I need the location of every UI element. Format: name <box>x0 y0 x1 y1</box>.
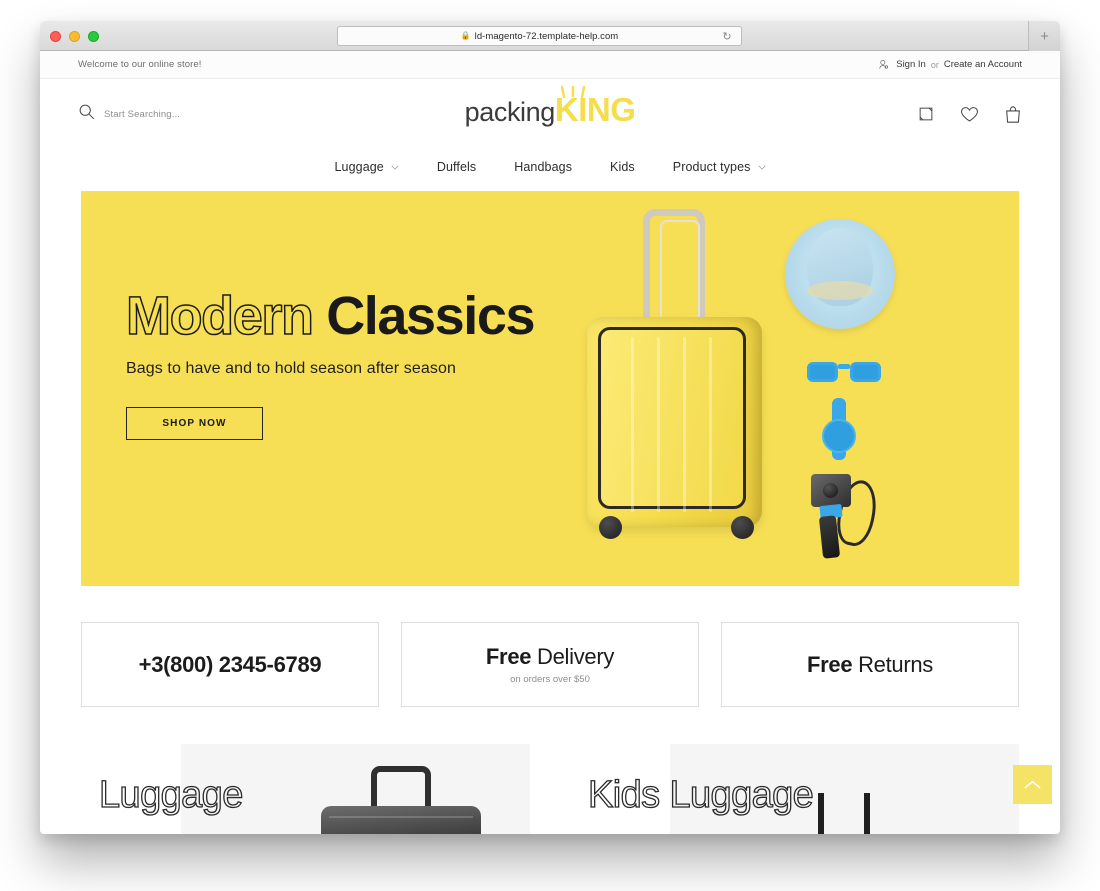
hero-banner: Modern Classics Bags to have and to hold… <box>81 191 1019 586</box>
hero-title-solid: Classics <box>326 286 535 346</box>
feature-bold-text: +3(800) 2345-6789 <box>138 651 322 677</box>
hero-title: Modern Classics <box>125 286 535 346</box>
hero-subtitle: Bags to have and to hold season after se… <box>126 360 456 378</box>
scroll-to-top-button[interactable] <box>1013 765 1052 804</box>
feature-delivery[interactable]: Free Delivery on orders over $50 <box>401 622 699 707</box>
feature-boxes: +3(800) 2345-6789 Free Delivery on order… <box>81 622 1019 707</box>
page-viewport: Welcome to our online store! Sign In or … <box>40 51 1060 834</box>
maximize-window-button[interactable] <box>88 31 99 42</box>
search-icon[interactable] <box>78 103 95 125</box>
cart-bag-icon[interactable] <box>1004 105 1022 124</box>
chevron-down-icon <box>758 165 765 170</box>
search-box[interactable]: Start Searching... <box>78 103 328 125</box>
minimize-window-button[interactable] <box>69 31 80 42</box>
new-tab-button[interactable]: + <box>1028 21 1060 51</box>
feature-returns[interactable]: Free Returns <box>721 622 1019 707</box>
nav-label: Product types <box>672 160 751 174</box>
address-bar[interactable]: 🔒 ld-magento-72.template-help.com ↻ <box>337 26 742 46</box>
feature-bold-text: Free <box>806 651 853 677</box>
yellow-suitcase <box>587 317 762 527</box>
chevron-down-icon <box>391 165 399 170</box>
category-kids-luggage[interactable]: Kids Luggage <box>570 744 1019 834</box>
nav-label: Handbags <box>514 160 573 174</box>
main-navigation: Luggage Duffels Handbags Kids Product ty… <box>40 149 1060 185</box>
browser-toolbar: 🔒 ld-magento-72.template-help.com ↻ + <box>40 21 1060 51</box>
reload-icon[interactable]: ↻ <box>721 31 733 43</box>
feature-light-text: Delivery <box>531 644 615 669</box>
feature-phone[interactable]: +3(800) 2345-6789 <box>81 622 379 707</box>
close-window-button[interactable] <box>50 31 61 42</box>
blue-sunglasses-icon <box>807 358 881 384</box>
create-account-link[interactable]: Create an Account <box>944 59 1022 70</box>
nav-item-duffels[interactable]: Duffels <box>437 160 476 174</box>
feature-light-text: Returns <box>852 651 934 677</box>
compare-icon[interactable] <box>917 105 935 123</box>
feature-text: Free Delivery <box>486 644 614 670</box>
category-tiles: Luggage Kids Luggage <box>81 744 1019 834</box>
suitcase-wheel <box>731 516 754 539</box>
wishlist-heart-icon[interactable] <box>960 105 979 124</box>
url-text: ld-magento-72.template-help.com <box>474 30 619 42</box>
header-icon-group <box>917 105 1022 124</box>
nav-item-handbags[interactable]: Handbags <box>514 160 572 174</box>
nav-item-product-types[interactable]: Product types <box>673 160 766 174</box>
feature-text: Free Returns <box>807 652 933 678</box>
window-controls <box>50 31 99 42</box>
feature-bold-text: Free <box>485 644 532 669</box>
category-label: Kids Luggage <box>587 773 814 816</box>
category-luggage[interactable]: Luggage <box>81 744 530 834</box>
sign-in-link[interactable]: Sign In <box>896 59 926 70</box>
top-welcome-bar: Welcome to our online store! Sign In or … <box>40 51 1060 79</box>
browser-window: 🔒 ld-magento-72.template-help.com ↻ + We… <box>40 21 1060 834</box>
person-icon <box>878 59 889 70</box>
lock-icon: 🔒 <box>460 31 471 40</box>
hero-title-outline: Modern <box>125 286 314 346</box>
nav-label: Kids <box>610 160 635 174</box>
blue-fedora-hat-icon <box>785 219 895 329</box>
nav-label: Duffels <box>436 160 477 174</box>
search-input[interactable]: Start Searching... <box>104 109 180 120</box>
site-header: Start Searching... packingKING <box>40 79 1060 149</box>
chevron-up-icon <box>1024 780 1041 788</box>
nav-item-kids[interactable]: Kids <box>610 160 635 174</box>
crown-icon <box>560 86 585 98</box>
action-camera-icon <box>809 474 882 559</box>
logo-text-packing: packing <box>464 97 556 127</box>
account-links-separator: or <box>930 59 939 70</box>
feature-text: +3(800) 2345-6789 <box>139 652 322 678</box>
account-links: Sign In or Create an Account <box>878 59 1022 70</box>
suitcase-wheel <box>599 516 622 539</box>
feature-subtext: on orders over $50 <box>510 674 590 685</box>
nav-item-luggage[interactable]: Luggage <box>334 160 399 174</box>
shop-now-button[interactable]: SHOP NOW <box>126 407 263 441</box>
blue-watch-icon <box>814 398 866 460</box>
nav-label: Luggage <box>334 160 384 174</box>
welcome-message: Welcome to our online store! <box>78 59 202 70</box>
hero-copy: Modern Classics Bags to have and to hold… <box>125 286 536 441</box>
category-label: Luggage <box>98 773 244 816</box>
hero-artwork <box>559 191 1019 586</box>
